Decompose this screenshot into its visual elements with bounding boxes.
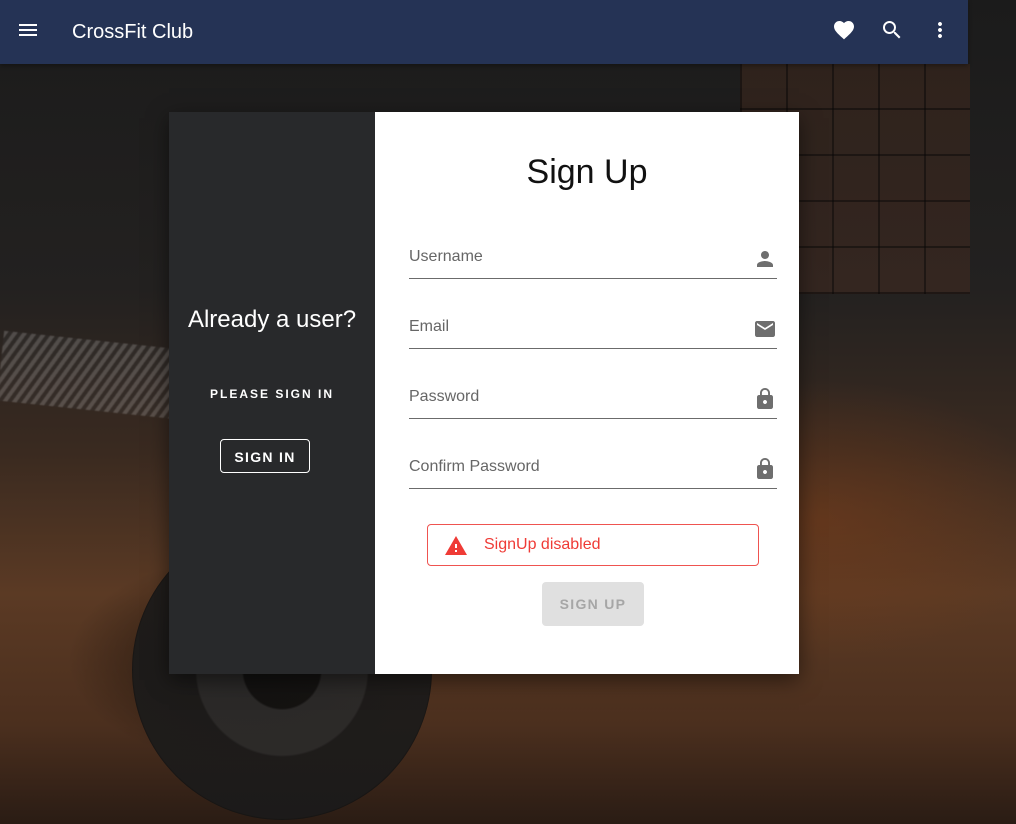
email-input[interactable]: [409, 312, 743, 348]
lock-icon: [753, 387, 777, 411]
more-vert-icon: [928, 18, 952, 47]
lock-icon: [753, 457, 777, 481]
signin-subheading: PLEASE SIGN IN: [209, 387, 335, 401]
signup-disabled-alert: SignUp disabled: [427, 524, 759, 566]
menu-button[interactable]: [4, 8, 52, 56]
warning-icon: [444, 534, 468, 558]
password-field[interactable]: Password: [409, 382, 777, 419]
person-icon: [753, 247, 777, 271]
confirm-password-input[interactable]: [409, 452, 743, 488]
form-title: Sign Up: [526, 153, 648, 191]
search-icon: [880, 18, 904, 47]
username-input[interactable]: [409, 242, 743, 278]
background-rope: [0, 330, 184, 420]
signup-card: Already a user? PLEASE SIGN IN SIGN IN S…: [169, 112, 799, 674]
search-button[interactable]: [868, 8, 916, 56]
app-title: CrossFit Club: [72, 21, 194, 43]
password-input[interactable]: [409, 382, 743, 418]
signup-form: Sign Up Username Email Password Confirm …: [375, 112, 799, 674]
sign-in-button[interactable]: SIGN IN: [220, 439, 310, 473]
signin-heading: Already a user?: [187, 306, 357, 333]
signin-panel: Already a user? PLEASE SIGN IN SIGN IN: [169, 112, 375, 674]
alert-text: SignUp disabled: [484, 536, 601, 553]
heart-icon: [832, 18, 856, 47]
menu-icon: [16, 18, 40, 47]
email-field[interactable]: Email: [409, 312, 777, 349]
confirm-password-field[interactable]: Confirm Password: [409, 452, 777, 489]
favorite-button[interactable]: [820, 8, 868, 56]
app-bar: CrossFit Club: [0, 0, 968, 64]
more-options-button[interactable]: [916, 8, 964, 56]
sign-up-button[interactable]: SIGN UP: [542, 582, 644, 626]
email-icon: [753, 317, 777, 341]
username-field[interactable]: Username: [409, 242, 777, 279]
